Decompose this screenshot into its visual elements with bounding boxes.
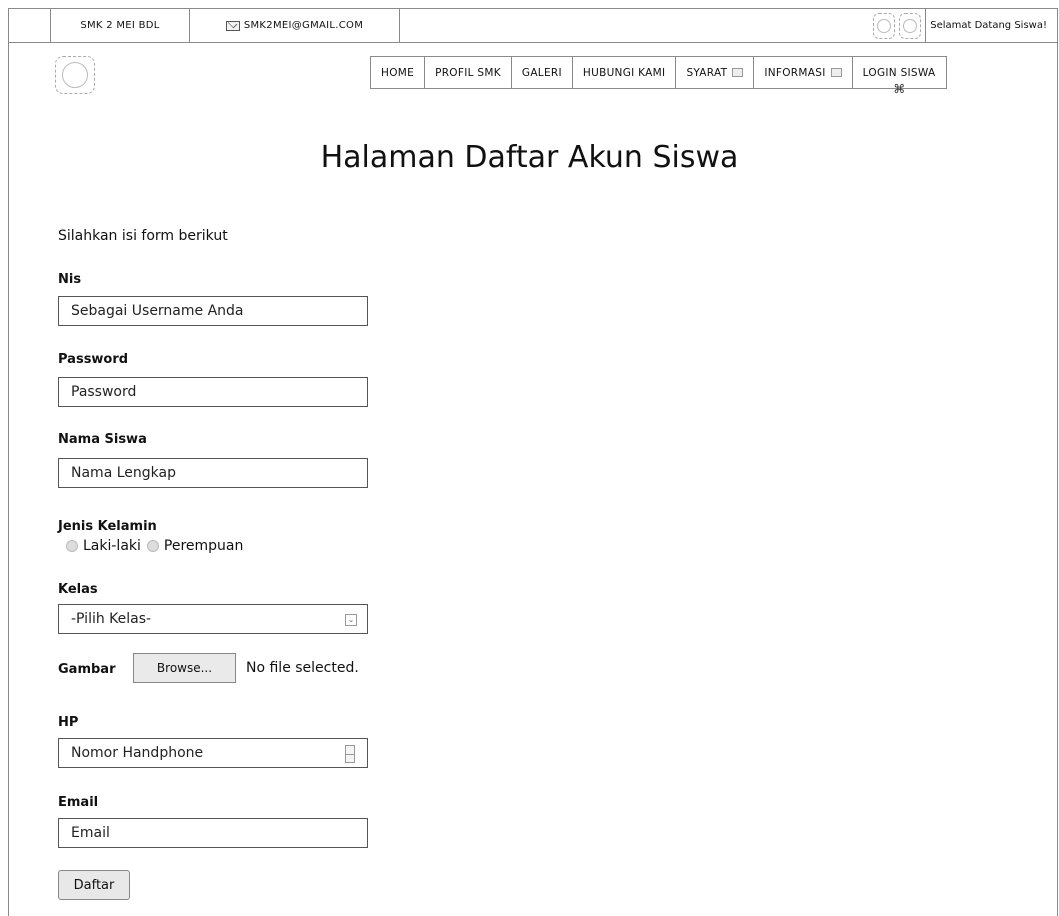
nav-item-home[interactable]: HOME: [371, 57, 425, 88]
nav-item-login-siswa[interactable]: LOGIN SISWA ⌘: [851, 57, 946, 96]
contact-email-text: SMK2MEI@GMAIL.COM: [243, 20, 364, 31]
nav-item-profil-smk[interactable]: PROFIL SMK: [424, 57, 511, 88]
nav-item-syarat[interactable]: SYARAT: [675, 57, 754, 88]
dropdown-icon: [732, 68, 744, 77]
radio-label-laki-laki: Laki-laki: [83, 538, 141, 554]
avatar-placeholder-icon: [899, 12, 922, 39]
password-label: Password: [58, 352, 129, 367]
radio-label-perempuan: Perempuan: [163, 538, 244, 554]
nav-label: LOGIN SISWA: [862, 66, 936, 79]
school-name: SMK 2 MEI BDL: [50, 9, 190, 42]
kelas-selected: -Pilih Kelas-: [71, 611, 152, 627]
nav-item-informasi[interactable]: INFORMASI: [753, 57, 852, 88]
radio-laki-laki[interactable]: [66, 540, 78, 552]
spinner-icon[interactable]: [345, 745, 355, 763]
nama-siswa-label: Nama Siswa: [58, 432, 147, 447]
nama-siswa-input[interactable]: Nama Lengkap: [58, 458, 368, 488]
nis-input[interactable]: Sebagai Username Anda: [58, 296, 368, 326]
nav-label: SYARAT: [686, 66, 728, 79]
nis-label: Nis: [58, 272, 82, 287]
nama-placeholder: Nama Lengkap: [71, 465, 176, 481]
file-status: No file selected.: [246, 660, 359, 676]
hp-input[interactable]: Nomor Handphone: [58, 738, 368, 768]
jenis-kelamin-label: Jenis Kelamin: [58, 519, 157, 534]
nav-item-galeri[interactable]: GALERI: [510, 57, 572, 88]
divider: [925, 9, 927, 42]
nav-label: HOME: [381, 66, 415, 79]
main-nav: HOME PROFIL SMK GALERI HUBUNGI KAMI SYAR…: [370, 56, 947, 96]
logo-placeholder[interactable]: [55, 56, 95, 94]
dropdown-icon: [830, 68, 842, 77]
kelas-select[interactable]: -Pilih Kelas- ⌄: [58, 604, 368, 634]
mail-icon: [225, 20, 240, 31]
top-bar: SMK 2 MEI BDL SMK2MEI@GMAIL.COM Selamat …: [8, 8, 1058, 43]
nav-label: INFORMASI: [764, 66, 826, 79]
nav-label: PROFIL SMK: [435, 66, 501, 79]
contact-email: SMK2MEI@GMAIL.COM: [190, 9, 400, 42]
cursor-icon: ⌘: [893, 82, 906, 96]
nav-label: GALERI: [521, 66, 562, 79]
radio-perempuan[interactable]: [146, 540, 159, 552]
nav-item-hubungi-kami[interactable]: HUBUNGI KAMI: [571, 57, 676, 88]
welcome-text: Selamat Datang Siswa!: [930, 20, 1047, 31]
hp-label: HP: [58, 715, 79, 730]
browse-button[interactable]: Browse...: [133, 653, 236, 683]
form-intro: Silahkan isi form berikut: [58, 228, 228, 244]
kelas-label: Kelas: [58, 582, 98, 597]
image-placeholder-icon: [873, 12, 896, 39]
jenis-kelamin-options: Laki-laki Perempuan: [66, 538, 249, 554]
gambar-label: Gambar: [58, 662, 116, 677]
top-bar-right: Selamat Datang Siswa!: [873, 9, 1047, 42]
email-label: Email: [58, 795, 99, 810]
nis-placeholder: Sebagai Username Anda: [71, 303, 244, 319]
page-title: Halaman Daftar Akun Siswa: [320, 140, 739, 175]
daftar-button[interactable]: Daftar: [58, 870, 130, 900]
nav-label: HUBUNGI KAMI: [582, 66, 666, 79]
email-placeholder: Email: [71, 825, 110, 841]
email-input[interactable]: Email: [58, 818, 368, 848]
chevron-down-icon: ⌄: [345, 614, 357, 626]
password-placeholder: Password: [71, 384, 137, 400]
password-input[interactable]: Password: [58, 377, 368, 407]
hp-placeholder: Nomor Handphone: [71, 745, 204, 761]
